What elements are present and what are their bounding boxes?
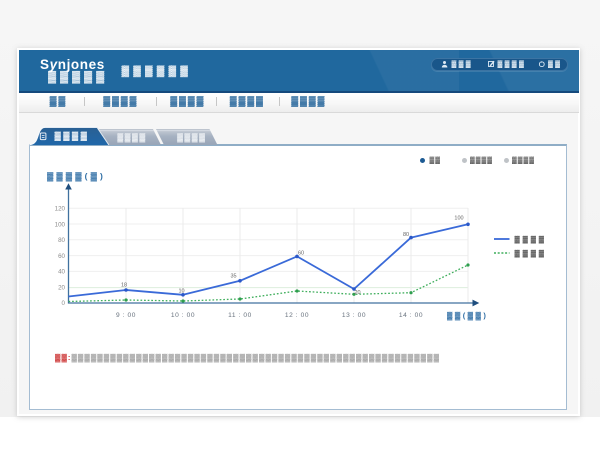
svg-text:▓▓▓▓: ▓▓▓▓ (55, 130, 90, 141)
